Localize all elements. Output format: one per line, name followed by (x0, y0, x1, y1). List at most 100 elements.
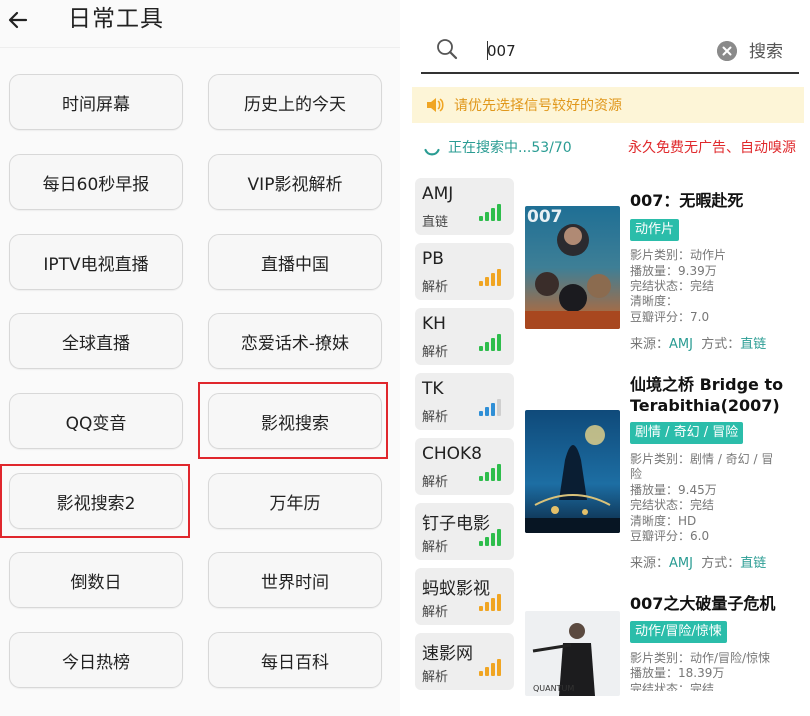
search-bar: 搜索 (421, 28, 799, 74)
movie-state: 完结状态：完结 (630, 682, 715, 696)
movie-plays: 播放量：9.45万 (630, 483, 717, 497)
source-type: 解析 (422, 475, 449, 490)
notice-text: 请优先选择信号较好的资源 (454, 98, 622, 114)
source-name: 速影网 (422, 644, 473, 664)
movie-poster[interactable]: 007 (525, 206, 620, 329)
genre-tag: 剧情 / 奇幻 / 冒险 (630, 422, 744, 444)
signal-strength-icon (479, 529, 504, 546)
signal-bar (491, 468, 495, 481)
signal-bar (485, 277, 489, 286)
signal-bar (497, 529, 501, 546)
source-item-kh[interactable]: KH 解析 (415, 308, 514, 365)
signal-bar (485, 602, 489, 611)
movie-score: 豆瓣评分：6.0 (630, 529, 710, 543)
source-type: 解析 (422, 605, 449, 620)
svg-text:QUANTUM: QUANTUM (533, 684, 574, 693)
search-results-panel: 搜索 请优先选择信号较好的资源 正在搜索中...53/70 永久免费无广告、自动… (403, 0, 810, 716)
signal-bar (479, 541, 483, 546)
source-item-mayi[interactable]: 蚂蚁影视 解析 (415, 568, 514, 625)
search-input[interactable] (487, 38, 717, 64)
movie-card[interactable]: 007 007：无暇赴死 动作片 影片类别：动作片 播放量：9.39万 完结状态… (525, 190, 810, 360)
signal-bar (491, 403, 495, 416)
signal-bar (491, 663, 495, 676)
tool-button-iptv[interactable]: IPTV电视直播 (9, 234, 183, 290)
signal-bar (479, 411, 483, 416)
search-progress-text: 正在搜索中...53/70 (448, 140, 572, 156)
source-type: 解析 (422, 670, 449, 685)
signal-bar (485, 537, 489, 546)
signal-bar (479, 281, 483, 286)
signal-bar (491, 273, 495, 286)
movie-category: 影片类别：动作/冒险/惊悚 (630, 651, 771, 665)
movie-poster[interactable] (525, 410, 620, 533)
genre-tag: 动作/冒险/惊悚 (630, 621, 727, 643)
source-item-amj[interactable]: AMJ 直链 (415, 178, 514, 235)
signal-bar (485, 407, 489, 416)
tool-button-video-search-2[interactable]: 影视搜索2 (9, 473, 183, 529)
tool-button-daily-wiki[interactable]: 每日百科 (208, 632, 382, 688)
source-type: 解析 (422, 410, 449, 425)
source-value[interactable]: AMJ (669, 337, 693, 352)
source-item-dingzi[interactable]: 钉子电影 解析 (415, 503, 514, 560)
signal-bar (479, 606, 483, 611)
search-icon (437, 39, 458, 60)
signal-strength-icon (479, 204, 504, 221)
source-label: 来源： (630, 556, 670, 571)
signal-bar (491, 533, 495, 546)
source-type: 解析 (422, 540, 449, 555)
tools-panel: 日常工具 时间屏幕 历史上的今天 每日60秒早报 VIP影视解析 IPTV电视直… (0, 0, 400, 716)
signal-strength-icon (479, 269, 504, 286)
speaker-icon (427, 98, 444, 112)
source-item-tk[interactable]: TK 解析 (415, 373, 514, 430)
tool-button-calendar[interactable]: 万年历 (208, 473, 382, 529)
back-arrow-icon[interactable] (6, 8, 30, 32)
tool-button-live-china[interactable]: 直播中国 (208, 234, 382, 290)
movie-title[interactable]: 仙境之桥 Bridge to Terabithia(2007) (630, 374, 810, 416)
movie-source-line: 来源：AMJ 方式：直链 (630, 333, 766, 352)
tool-button-countdown[interactable]: 倒数日 (9, 552, 183, 608)
signal-strength-icon (479, 464, 504, 481)
tool-button-time-screen[interactable]: 时间屏幕 (9, 74, 183, 130)
source-name: CHOK8 (422, 444, 482, 464)
movie-card[interactable]: 仙境之桥 Bridge to Terabithia(2007) 剧情 / 奇幻 … (525, 374, 810, 574)
loading-spinner-icon (424, 148, 440, 156)
movie-plays: 播放量：18.39万 (630, 666, 725, 680)
signal-bar (491, 598, 495, 611)
movie-title[interactable]: 007：无暇赴死 (630, 190, 810, 211)
signal-strength-icon (479, 399, 504, 416)
source-item-pb[interactable]: PB 解析 (415, 243, 514, 300)
search-button[interactable]: 搜索 (749, 37, 783, 62)
movie-category: 影片类别：剧情 / 奇幻 / 冒 (630, 452, 774, 466)
mode-value[interactable]: 直链 (740, 337, 766, 352)
clear-icon[interactable] (717, 41, 737, 61)
movie-poster[interactable]: QUANTUM (525, 611, 620, 696)
tool-button-daily-60s[interactable]: 每日60秒早报 (9, 154, 183, 210)
source-item-chok8[interactable]: CHOK8 解析 (415, 438, 514, 495)
signal-strength-icon (479, 659, 504, 676)
signal-bar (497, 334, 501, 351)
signal-bar (497, 659, 501, 676)
tool-button-love-talk[interactable]: 恋爱话术-撩妹 (208, 313, 382, 369)
signal-bar (485, 472, 489, 481)
svg-text:007: 007 (527, 207, 563, 227)
tool-button-vip-video[interactable]: VIP影视解析 (208, 154, 382, 210)
source-name: PB (422, 249, 444, 269)
movie-state: 完结状态：完结 (630, 279, 715, 293)
source-name: AMJ (422, 184, 454, 204)
source-value[interactable]: AMJ (669, 556, 693, 571)
mode-value[interactable]: 直链 (740, 556, 766, 571)
tool-button-video-search[interactable]: 影视搜索 (208, 393, 382, 449)
tool-button-today-in-history[interactable]: 历史上的今天 (208, 74, 382, 130)
tool-button-world-time[interactable]: 世界时间 (208, 552, 382, 608)
tool-button-qq-voice[interactable]: QQ变音 (9, 393, 183, 449)
signal-bar (479, 671, 483, 676)
signal-bar (497, 594, 501, 611)
signal-strength-icon (479, 334, 504, 351)
tool-button-hot-list[interactable]: 今日热榜 (9, 632, 183, 688)
movie-plays: 播放量：9.39万 (630, 264, 717, 278)
source-item-suying[interactable]: 速影网 解析 (415, 633, 514, 690)
tool-button-global-live[interactable]: 全球直播 (9, 313, 183, 369)
movie-card[interactable]: QUANTUM 007之大破量子危机 动作/冒险/惊悚 影片类别：动作/冒险/惊… (525, 593, 810, 696)
mode-label: 方式： (701, 337, 741, 352)
movie-title[interactable]: 007之大破量子危机 (630, 593, 810, 614)
